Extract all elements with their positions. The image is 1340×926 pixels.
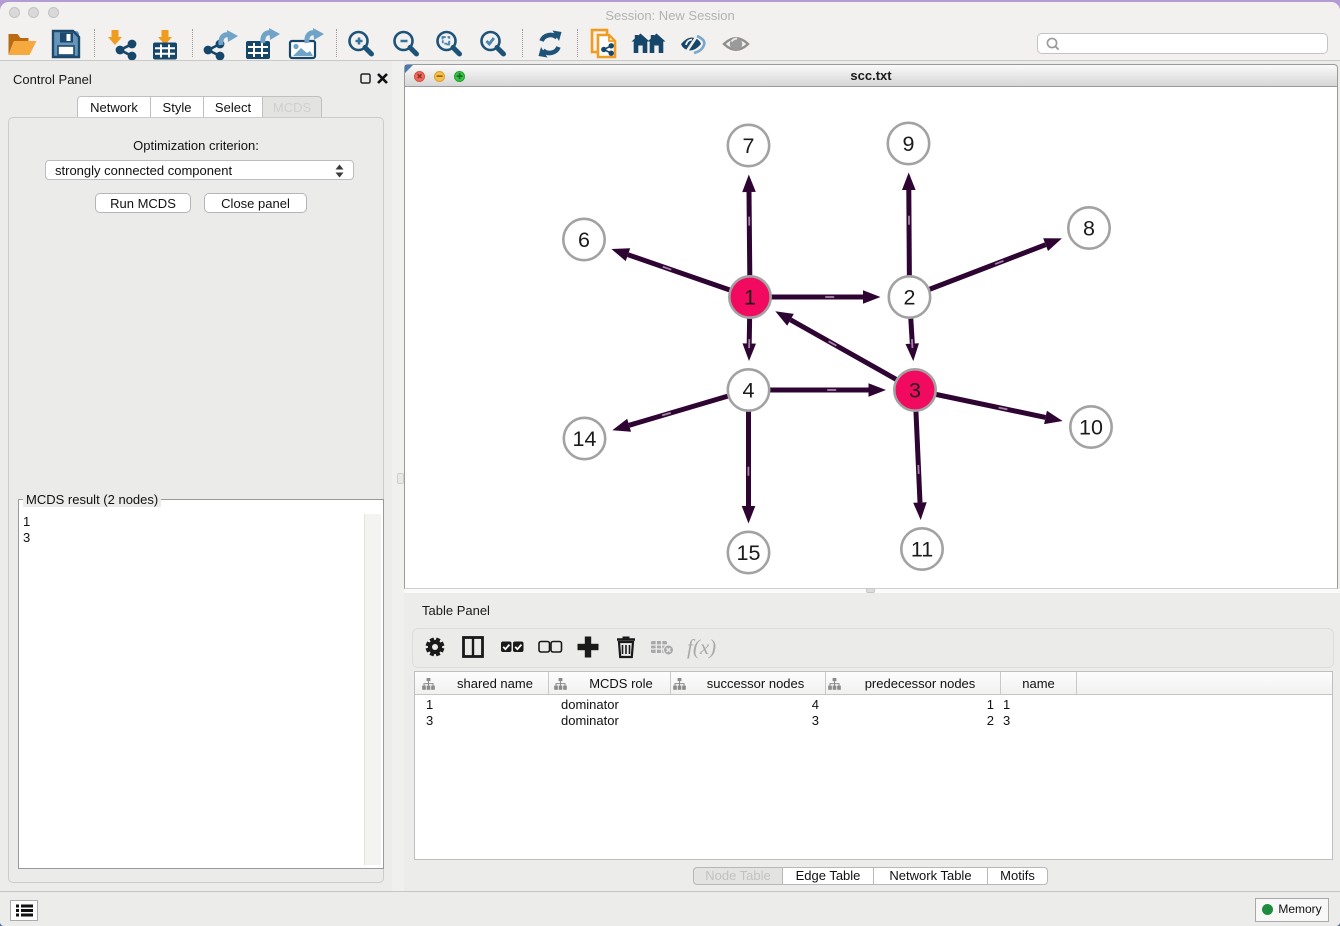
svg-text:15: 15 — [737, 541, 761, 565]
svg-text:14: 14 — [573, 427, 597, 451]
svg-text:9: 9 — [903, 132, 915, 156]
svg-text:f(x): f(x) — [687, 635, 716, 659]
svg-text:6: 6 — [578, 228, 590, 252]
svg-text:4: 4 — [743, 379, 755, 403]
svg-text:8: 8 — [1083, 217, 1095, 241]
svg-text:1: 1 — [744, 286, 756, 310]
svg-text:2: 2 — [904, 286, 916, 310]
svg-text:3: 3 — [909, 379, 921, 403]
svg-text:11: 11 — [911, 538, 933, 562]
svg-text:7: 7 — [743, 134, 755, 158]
svg-text:10: 10 — [1079, 416, 1103, 440]
